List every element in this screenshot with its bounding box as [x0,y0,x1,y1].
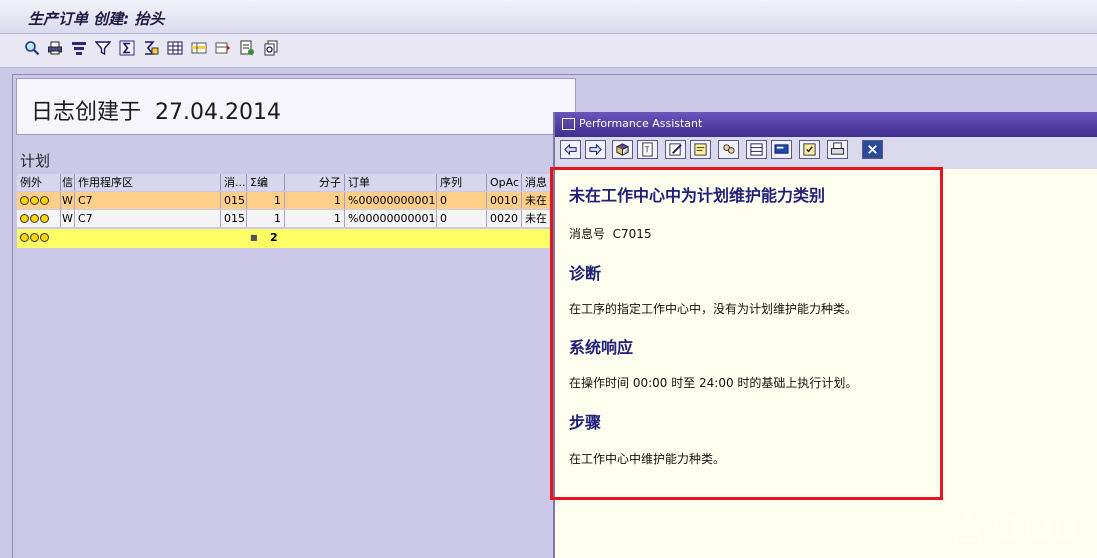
cell-order: %00000000001 [345,192,437,209]
filter-icon[interactable] [95,40,111,56]
subtotal-icon[interactable] [143,40,159,56]
header-program-area[interactable]: 作用程序区 [75,174,221,191]
assistant-title: Performance Assistant [579,117,703,130]
technical-info-icon[interactable]: T [637,140,658,159]
log-created-date: 27.04.2014 [155,100,281,125]
window-icon [562,118,575,130]
traffic-light-icon [17,229,61,246]
cell-numerator: 1 [285,210,345,227]
layout-icon[interactable] [167,40,183,56]
table-row[interactable]: W C7 015 1 1 %00000000001 0 0020 未在 [17,210,557,227]
watermark-logo-icon [952,509,1076,542]
sort-icon[interactable] [71,40,87,56]
header-exception[interactable]: 例外 [17,174,61,191]
header-info[interactable]: 信 [61,174,75,191]
close-icon[interactable] [862,140,883,159]
plan-section-label: 计划 [20,152,51,170]
details-icon[interactable] [263,40,279,56]
window-title-bar: 生产订单 创建: 抬头 [0,0,1097,34]
cell-numerator: 1 [285,192,345,209]
svg-text:T: T [644,145,650,154]
cell-order: %00000000001 [345,210,437,227]
cell-area: W [61,192,75,209]
header-sequence[interactable]: 序列 [437,174,487,191]
export-icon[interactable] [239,40,255,56]
find-icon[interactable] [24,40,40,56]
log-created-label: 日志创建于 [31,100,142,125]
table-row[interactable]: W C7 015 1 1 %00000000001 0 0010 未在 [17,192,557,209]
header-order[interactable]: 订单 [345,174,437,191]
traffic-light-icon [17,192,61,209]
log-header: 日志创建于 27.04.2014 [16,78,576,135]
cell-program: C7 [75,210,221,227]
group-icon[interactable] [718,140,739,159]
total-count: 2 [270,231,278,244]
traffic-light-icon [17,210,61,227]
header-opac[interactable]: OpAc [487,174,522,191]
cell-count: 1 [247,210,285,227]
display-icon[interactable] [771,140,792,159]
cell-area: W [61,210,75,227]
header-count[interactable]: Σ编 [247,174,285,191]
cell-sequence: 0 [437,210,487,227]
cell-message: 015 [221,210,247,227]
table-icon[interactable] [746,140,767,159]
cell-opac: 0010 [487,192,522,209]
print-icon[interactable] [47,40,63,56]
highlight-box [550,167,943,500]
change-layout-icon[interactable] [215,40,231,56]
header-message[interactable]: 消... [221,174,247,191]
window-title: 生产订单 创建: 抬头 [28,10,165,28]
back-icon[interactable] [560,140,581,159]
cell-program: C7 [75,192,221,209]
sum-icon[interactable] [119,40,135,56]
table-header-row: 例外 信 作用程序区 消... Σ编 分子 订单 序列 OpAc 消息 [17,174,557,191]
cell-opac: 0020 [487,210,522,227]
cell-sequence: 0 [437,192,487,209]
assistant-toolbar: T .... [555,137,1097,172]
settings-icon[interactable] [799,140,820,159]
edit-icon[interactable] [665,140,686,159]
assistant-title-bar[interactable]: Performance Assistant [555,112,1097,137]
book-icon[interactable] [612,140,633,159]
header-numerator[interactable]: 分子 [285,174,345,191]
forward-icon[interactable] [585,140,606,159]
cell-message: 015 [221,192,247,209]
note-icon[interactable] [690,140,711,159]
select-layout-icon[interactable] [191,40,207,56]
table-total-row[interactable]: ■ 2 [17,229,557,248]
cell-count: 1 [247,192,285,209]
print-icon[interactable] [827,140,848,159]
toolbar [0,34,1097,68]
